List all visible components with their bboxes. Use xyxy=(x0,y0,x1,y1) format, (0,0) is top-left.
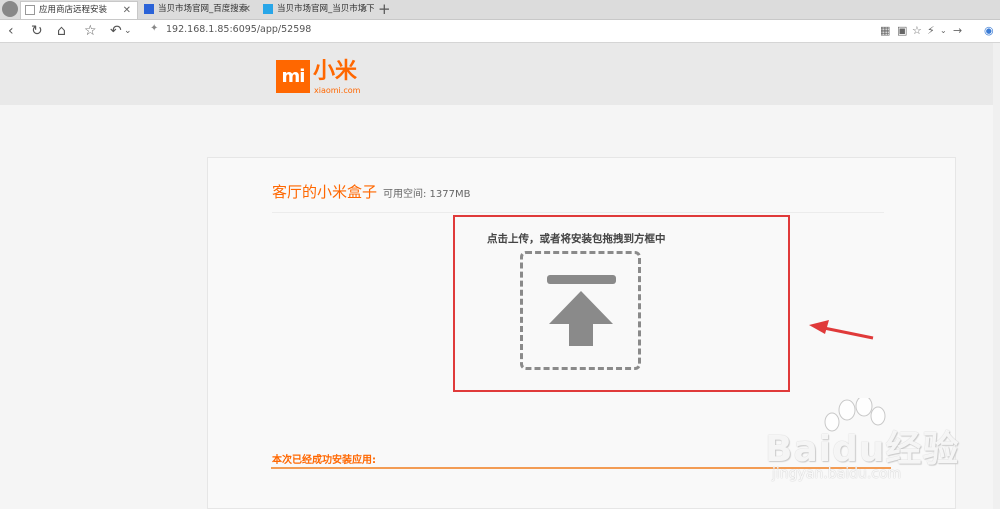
divider xyxy=(272,212,884,213)
upload-hint: 点击上传，或者将安装包拖拽到方框中 xyxy=(487,233,666,245)
forward-icon[interactable]: → xyxy=(953,23,962,38)
site-header xyxy=(0,43,1000,105)
chevron-down-icon[interactable]: ⌄ xyxy=(124,21,132,41)
watermark-text: Baidu经验 xyxy=(765,429,960,470)
tab-title: 应用商店远程安装 xyxy=(39,5,108,15)
tab-dangbei[interactable]: 当贝市场官网_当贝市场下 ✕ xyxy=(259,1,374,19)
star-icon[interactable]: ☆ xyxy=(912,23,922,38)
close-icon[interactable]: ✕ xyxy=(243,1,251,18)
install-success-label: 本次已经成功安装应用: xyxy=(272,455,376,466)
upload-arrow-icon xyxy=(547,275,616,346)
new-tab-button[interactable]: + xyxy=(378,0,391,18)
tab-app-store[interactable]: 应用商店远程安装 ✕ xyxy=(20,1,138,19)
logo-domain: xiaomi.com xyxy=(314,86,361,95)
baidu-paw-icon xyxy=(144,4,154,14)
qr-icon[interactable]: ▦ xyxy=(880,23,890,38)
address-field[interactable]: 192.168.1.85:6095/app/52598 xyxy=(166,24,311,35)
upload-dropzone[interactable] xyxy=(520,251,641,370)
device-name: 客厅的小米盒子 xyxy=(272,183,378,201)
close-icon[interactable]: ✕ xyxy=(360,1,368,18)
logo-text: 小米 xyxy=(313,59,358,84)
star-icon[interactable]: ☆ xyxy=(84,21,97,41)
browser-logo-icon[interactable] xyxy=(2,1,18,17)
chevron-down-icon[interactable]: ⌄ xyxy=(940,23,947,38)
annotation-arrow-icon xyxy=(809,320,874,340)
reload-icon[interactable]: ↻ xyxy=(31,21,43,41)
translate-icon[interactable]: ▣ xyxy=(897,23,907,38)
tab-title: 当贝市场官网_百度搜索 xyxy=(158,4,248,14)
home-icon[interactable]: ⌂ xyxy=(57,21,66,41)
back-icon[interactable]: ‹ xyxy=(8,21,14,41)
tab-baidu-search[interactable]: 当贝市场官网_百度搜索 ✕ xyxy=(140,1,257,19)
undo-icon[interactable]: ↶ xyxy=(110,21,122,41)
scrollbar[interactable] xyxy=(993,43,1000,509)
mi-logo-icon: mi xyxy=(276,60,310,93)
dangbei-icon xyxy=(263,4,273,14)
close-icon[interactable]: ✕ xyxy=(123,2,131,19)
watermark-subtext: jingyan.baidu.com xyxy=(772,466,902,482)
compat-mode-icon[interactable]: ✦ xyxy=(150,23,158,34)
free-space: 可用空间: 1377MB xyxy=(383,189,471,200)
tab-bar: 应用商店远程安装 ✕ 当贝市场官网_百度搜索 ✕ 当贝市场官网_当贝市场下 ✕ … xyxy=(0,0,1000,20)
menu-icon[interactable]: ◉ xyxy=(984,23,994,38)
lightning-icon[interactable]: ⚡ xyxy=(927,23,935,38)
nav-bar: ‹ ↻ ⌂ ☆ ↶ ⌄ ✦ 192.168.1.85:6095/app/5259… xyxy=(0,20,1000,43)
page-icon xyxy=(25,5,35,15)
